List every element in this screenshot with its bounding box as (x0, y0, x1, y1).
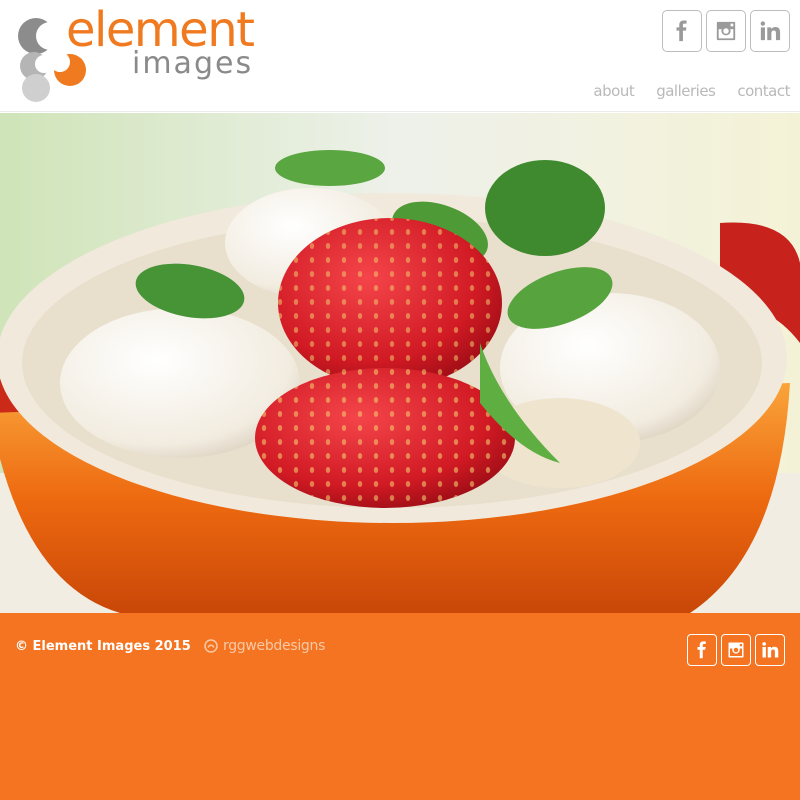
linkedin-icon (762, 642, 779, 658)
hero-photo (0, 113, 800, 613)
footer-social-links (687, 634, 785, 666)
facebook-icon (697, 641, 706, 659)
header-social-links (662, 10, 790, 52)
header-instagram-button[interactable] (706, 10, 746, 52)
nav-galleries[interactable]: galleries (656, 82, 716, 100)
facebook-icon (676, 20, 687, 42)
site-logo[interactable]: element images (14, 2, 264, 104)
copyright-text: © Element Images 2015 (15, 639, 191, 654)
designer-credit-link[interactable]: rggwebdesigns (202, 637, 325, 655)
header-facebook-button[interactable] (662, 10, 702, 52)
nav-about[interactable]: about (593, 82, 634, 100)
designer-credit-text: rggwebdesigns (223, 638, 326, 654)
strawberry-bowl-photo (0, 113, 800, 613)
footer-linkedin-button[interactable] (755, 634, 785, 666)
footer-instagram-button[interactable] (721, 634, 751, 666)
site-header: element images about galleries contact (0, 0, 800, 112)
header-linkedin-button[interactable] (750, 10, 790, 52)
main-nav: about galleries contact (593, 82, 790, 100)
footer-facebook-button[interactable] (687, 634, 717, 666)
linkedin-icon (760, 21, 781, 41)
instagram-icon (716, 21, 736, 41)
rgg-logo-icon (204, 639, 218, 653)
brand-subname: images (132, 46, 254, 81)
nav-contact[interactable]: contact (737, 82, 790, 100)
site-footer: © Element Images 2015 rggwebdesigns (0, 613, 800, 800)
instagram-icon (728, 642, 744, 658)
